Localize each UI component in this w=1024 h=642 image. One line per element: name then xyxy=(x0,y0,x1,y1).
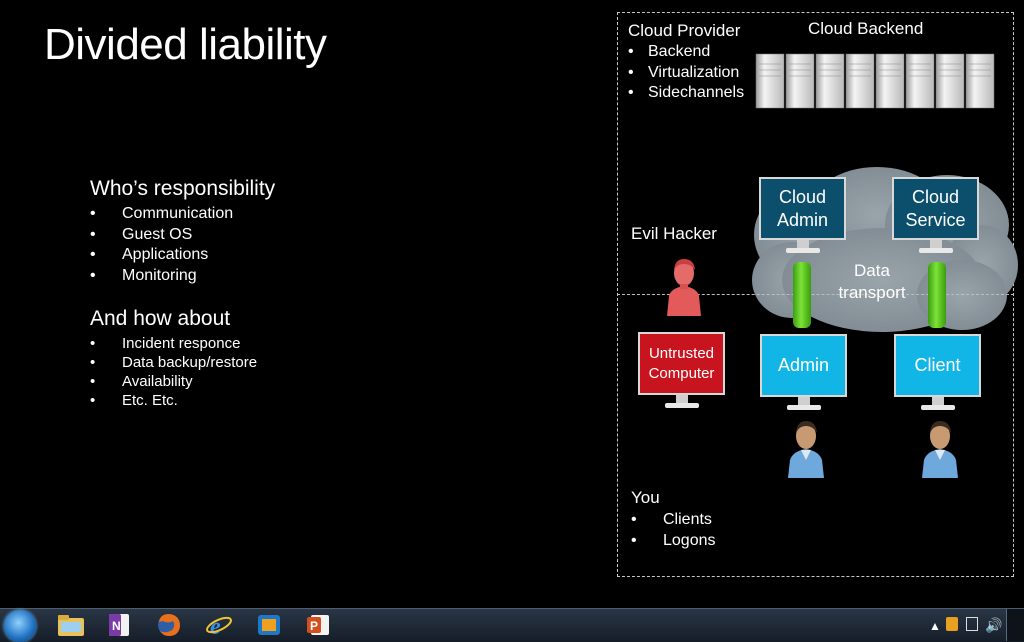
untrusted-computer-screen: Untrusted Computer xyxy=(638,332,725,395)
notification-icon[interactable] xyxy=(946,617,958,631)
client-screen: Client xyxy=(894,334,981,397)
list-item: Availability xyxy=(90,372,257,391)
cloud-admin-monitor: Cloud Admin xyxy=(759,177,846,253)
svg-text:e: e xyxy=(210,614,221,638)
how-about-section: And how about Incident responce Data bac… xyxy=(90,307,257,410)
list-item: Monitoring xyxy=(90,266,275,287)
cloud-service-monitor: Cloud Service xyxy=(892,177,979,253)
file-explorer-icon[interactable] xyxy=(56,612,86,638)
data-pipe-admin xyxy=(793,262,811,328)
svg-text:N: N xyxy=(112,619,121,633)
client-monitor: Client xyxy=(894,334,981,410)
list-item: Guest OS xyxy=(90,225,275,246)
you-list: Clients Logons xyxy=(631,510,716,551)
how-about-heading: And how about xyxy=(90,307,231,330)
list-item: Sidechannels xyxy=(628,83,744,104)
slide-title: Divided liability xyxy=(44,20,327,69)
network-icon[interactable] xyxy=(966,617,978,631)
onenote-icon[interactable]: N xyxy=(104,612,134,638)
evil-hacker-icon xyxy=(667,259,701,316)
server-rack-icon xyxy=(755,53,995,109)
responsibility-section: Who’s responsibility Communication Guest… xyxy=(90,177,275,286)
untrusted-computer-monitor: Untrusted Computer xyxy=(638,332,725,408)
data-pipe-client xyxy=(928,262,946,328)
firefox-icon[interactable] xyxy=(154,612,184,638)
volume-icon[interactable]: 🔊 xyxy=(985,617,1002,634)
cloud-service-screen: Cloud Service xyxy=(892,177,979,240)
svg-text:P: P xyxy=(310,619,318,633)
list-item: Clients xyxy=(631,510,716,531)
list-item: Incident responce xyxy=(90,334,257,353)
windows-start-icon[interactable] xyxy=(4,610,36,642)
you-heading: You xyxy=(631,488,660,507)
client-user-icon xyxy=(922,421,958,478)
list-item: Data backup/restore xyxy=(90,353,257,372)
how-about-list: Incident responce Data backup/restore Av… xyxy=(90,334,257,410)
taskbar: N e P ▲ 🔊 xyxy=(0,608,1024,642)
show-hidden-icons-arrow[interactable]: ▲ xyxy=(929,619,941,633)
list-item: Etc. Etc. xyxy=(90,391,257,410)
cloud-admin-screen: Cloud Admin xyxy=(759,177,846,240)
powerpoint-icon[interactable]: P xyxy=(303,612,333,638)
data-transport-label: Data transport xyxy=(838,261,906,302)
responsibility-heading: Who’s responsibility xyxy=(90,177,276,200)
internet-explorer-icon[interactable]: e xyxy=(204,612,234,638)
list-item: Applications xyxy=(90,245,275,266)
admin-screen: Admin xyxy=(760,334,847,397)
cloud-provider-list: Backend Virtualization Sidechannels xyxy=(628,42,744,104)
cloud-provider-heading: Cloud Provider xyxy=(628,21,741,40)
evil-hacker-label: Evil Hacker xyxy=(631,224,717,243)
admin-monitor: Admin xyxy=(760,334,847,410)
virtualbox-icon[interactable] xyxy=(254,612,284,638)
list-item: Virtualization xyxy=(628,63,744,84)
cloud-backend-label: Cloud Backend xyxy=(808,19,924,38)
list-item: Logons xyxy=(631,531,716,552)
list-item: Backend xyxy=(628,42,744,63)
admin-user-icon xyxy=(788,421,824,478)
list-item: Communication xyxy=(90,204,275,225)
show-desktop-button[interactable] xyxy=(1006,609,1024,641)
slide: Divided liability Who’s responsibility C… xyxy=(0,0,1024,608)
responsibility-list: Communication Guest OS Applications Moni… xyxy=(90,204,275,286)
